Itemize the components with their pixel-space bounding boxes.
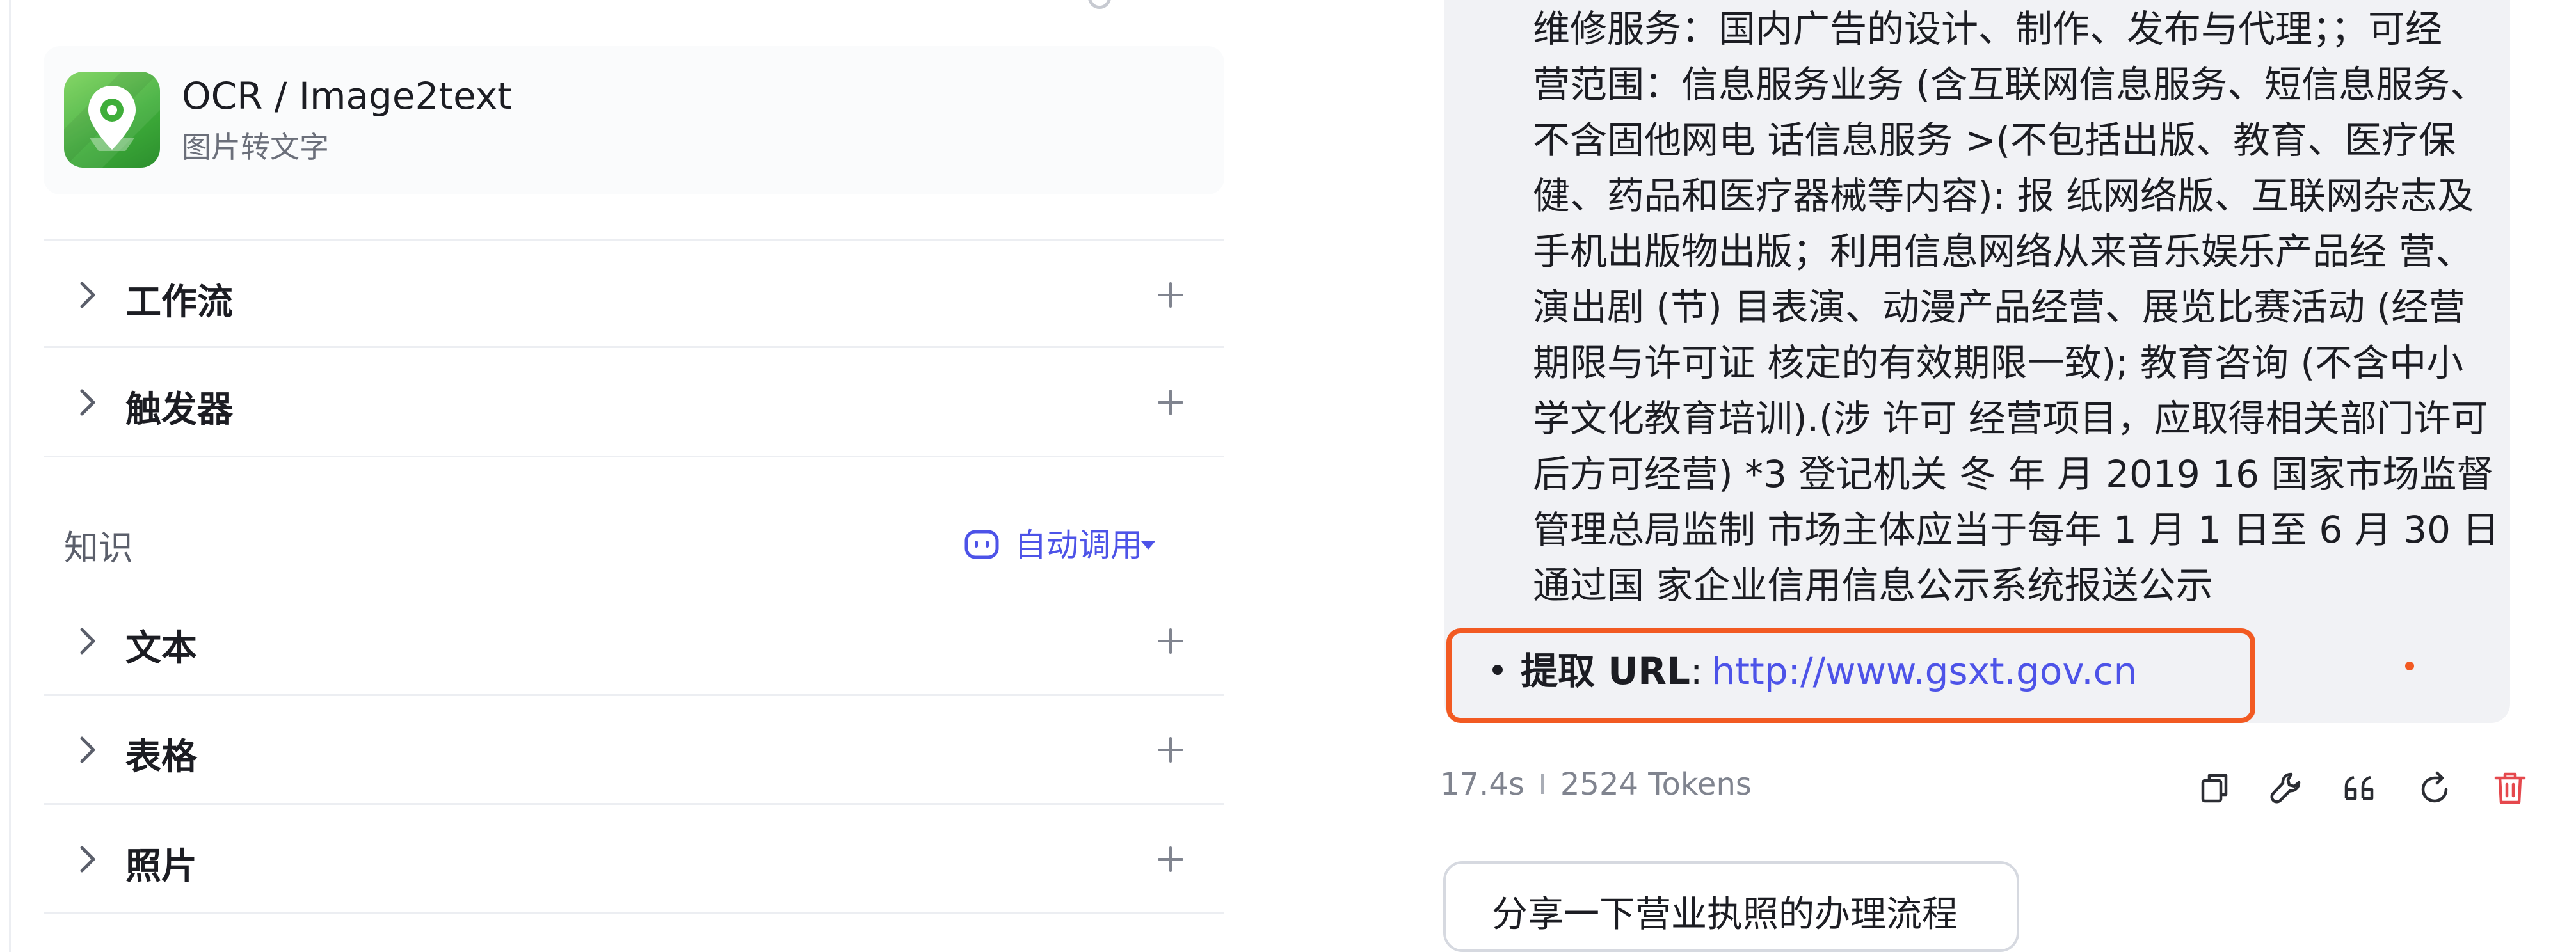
auto-call-label: 自动调用: [1014, 527, 1142, 564]
add-workflow-icon[interactable]: [1154, 278, 1187, 312]
add-text-icon[interactable]: [1154, 624, 1187, 658]
token-count: 2524 Tokens: [1560, 766, 1752, 802]
chevron-right-icon: [80, 628, 95, 654]
plugin-title: OCR / Image2text: [182, 74, 512, 118]
response-time: 17.4s: [1440, 766, 1524, 802]
url-link[interactable]: http://www.gsxt.gov.cn: [1711, 649, 2137, 693]
message-line: 学文化教育培训).(涉 许可 经营项目，应取得相关部门许可: [1533, 397, 2488, 440]
add-photo-icon[interactable]: [1154, 843, 1187, 876]
knowledge-heading: 知识: [64, 528, 133, 568]
section-workflow[interactable]: 工作流: [44, 239, 1224, 348]
section-label: 触发器: [125, 389, 233, 431]
suggested-question-button[interactable]: 分享一下营业执照的办理流程: [1443, 861, 2019, 952]
quote-icon[interactable]: [2340, 768, 2381, 809]
meta-separator: [1540, 774, 1544, 794]
plugin-subtitle: 图片转文字: [182, 130, 329, 164]
copy-icon[interactable]: [2194, 768, 2235, 809]
add-table-icon[interactable]: [1154, 733, 1187, 766]
message-line: 健、药品和医疗器械等内容): 报 纸网络版、互联网杂志及: [1533, 174, 2475, 218]
panel-divider: [9, 0, 11, 952]
message-body: 维修服务：国内广告的设计、制作、发布与代理；；可经 营范围：信息服务业务 (含互…: [1533, 0, 2506, 614]
message-line: 管理总局监制 市场主体应当于每年 1 月 1 日至 6 月 30 日: [1533, 508, 2500, 551]
message-meta: 17.4s 2524 Tokens: [1440, 766, 1752, 802]
message-line: 演出剧 (节) 目表演、动漫产品经营、展览比赛活动 (经营: [1533, 285, 2466, 329]
plugin-card[interactable]: OCR / Image2text 图片转文字: [44, 46, 1224, 194]
message-line: 期限与许可证 核定的有效期限一致); 教育咨询 (不含中小: [1533, 341, 2464, 385]
url-list-item: 提取 URL: http://www.gsxt.gov.cn: [1492, 641, 2137, 695]
url-colon: :: [1690, 649, 1703, 693]
chevron-right-icon: [80, 389, 95, 416]
add-trigger-icon[interactable]: [1154, 386, 1187, 419]
refresh-icon[interactable]: [2414, 768, 2455, 809]
chevron-right-icon: [80, 846, 95, 873]
map-pin-logo-icon: [64, 72, 160, 168]
message-line: 手机出版物出版；利用信息网络从来音乐娱乐产品经 营、: [1533, 230, 2473, 273]
wrench-icon[interactable]: [2266, 768, 2307, 809]
section-photo[interactable]: 照片: [44, 805, 1224, 914]
section-label: 照片: [125, 846, 197, 887]
message-line: 通过国 家企业信用信息公示系统报送公示: [1533, 564, 2213, 607]
section-label: 表格: [125, 736, 197, 778]
message-line: 不含固他网电 话信息服务 >(不包括出版、教育、医疗保: [1533, 118, 2456, 162]
message-line: 维修服务：国内广告的设计、制作、发布与代理；；可经: [1533, 7, 2443, 51]
section-trigger[interactable]: 触发器: [44, 349, 1224, 457]
caret-down-icon: [1141, 541, 1155, 550]
bullet: [1492, 664, 1503, 675]
delete-icon[interactable]: [2490, 768, 2531, 809]
section-label: 文本: [125, 628, 197, 669]
bot-config-panel: OCR / Image2text 图片转文字 工作流 触发器 知识 自动调用 文…: [0, 0, 1258, 952]
suggested-question-text: 分享一下营业执照的办理流程: [1492, 894, 1958, 935]
message-line: 营范围：信息服务业务 (含互联网信息服务、短信息服务、: [1533, 63, 2488, 106]
robot-face-icon: [964, 530, 999, 559]
section-table[interactable]: 表格: [44, 696, 1224, 805]
url-label: 提取 URL: [1521, 649, 1690, 693]
status-dot: [2405, 662, 2414, 670]
section-text[interactable]: 文本: [44, 587, 1224, 696]
chevron-right-icon: [80, 282, 95, 308]
chevron-right-icon: [80, 736, 95, 763]
message-line: 后方可经营) *3 登记机关 冬 年 月 2019 16 国家市场监督: [1533, 452, 2494, 496]
partial-icon: [1088, 0, 1111, 9]
section-label: 工作流: [125, 282, 233, 323]
